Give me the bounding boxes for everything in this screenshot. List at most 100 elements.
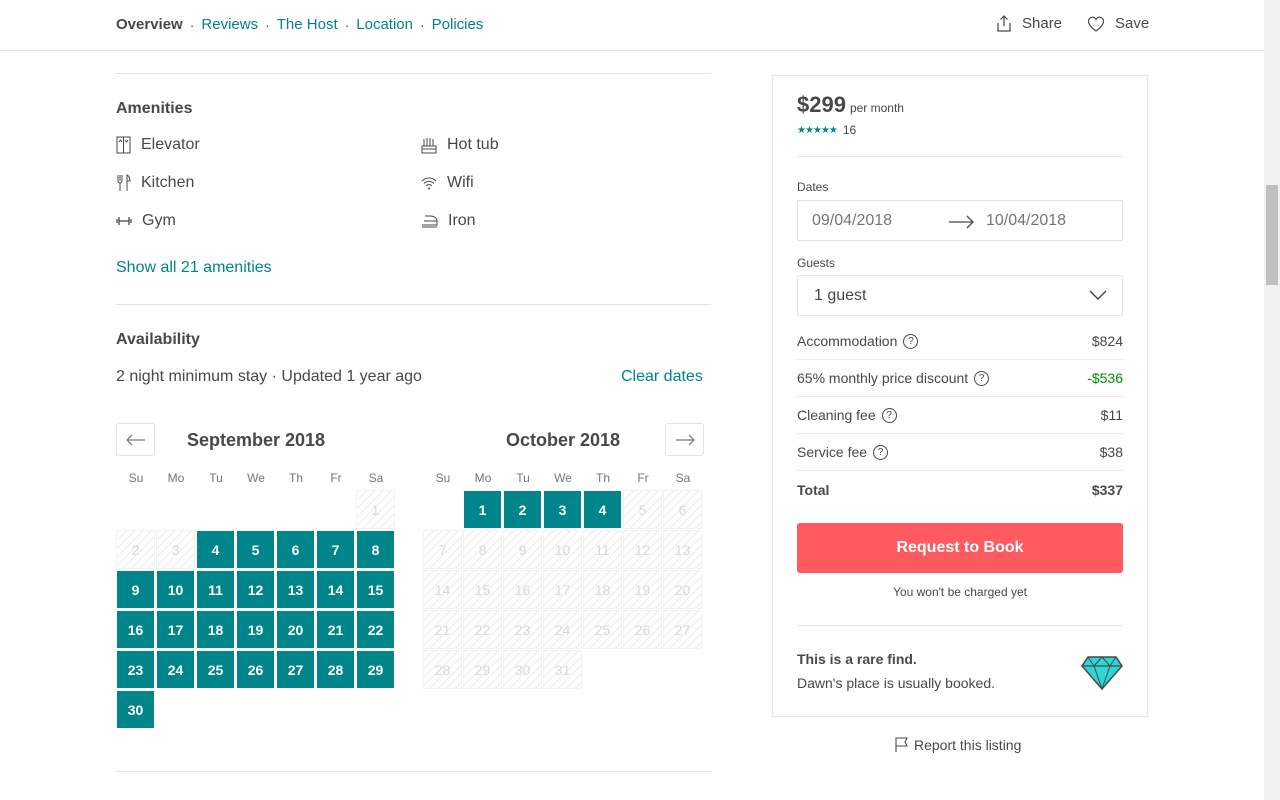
calendar-day-blocked: 19 — [623, 570, 662, 609]
calendar-day-blocked: 3 — [156, 530, 195, 569]
calendar-day-available[interactable]: 26 — [236, 650, 275, 689]
calendar-day-available[interactable]: 17 — [156, 610, 195, 649]
calendar-day-available[interactable]: 25 — [196, 650, 235, 689]
guests-select[interactable]: 1 guest — [797, 275, 1123, 316]
calendar-day-available[interactable]: 10 — [156, 570, 195, 609]
help-icon[interactable]: ? — [974, 370, 990, 386]
scrollbar-track[interactable] — [1264, 0, 1280, 800]
prev-month-button[interactable] — [116, 423, 155, 456]
nav-separator: · — [265, 16, 270, 33]
divider — [797, 156, 1123, 157]
weekday-label: Fr — [330, 471, 342, 485]
scrollbar-thumb[interactable] — [1266, 185, 1278, 285]
calendar-day-available[interactable]: 5 — [236, 530, 275, 569]
calendar-day-available[interactable]: 14 — [316, 570, 355, 609]
fee-row-cleaning: Cleaning fee? $11 — [797, 397, 1123, 434]
guests-value: 1 guest — [814, 287, 867, 304]
help-icon[interactable]: ? — [903, 333, 919, 349]
month-title-september: September 2018 — [186, 430, 326, 450]
calendar-day-available[interactable]: 4 — [583, 490, 622, 529]
nav-overview[interactable]: Overview — [116, 16, 183, 33]
amenity-label: Hot tub — [447, 136, 499, 153]
discount-amount: -$536 — [1087, 370, 1123, 386]
nav-location[interactable]: Location — [356, 16, 413, 33]
calendar-day-available[interactable]: 27 — [276, 650, 315, 689]
nav-the-host[interactable]: The Host — [277, 16, 338, 33]
kitchen-icon — [117, 174, 131, 191]
divider — [797, 625, 1123, 626]
amenity-label: Iron — [448, 212, 476, 229]
calendar-day-blocked: 16 — [503, 570, 542, 609]
save-button[interactable]: Save — [1087, 15, 1149, 32]
calendar-day-blocked: 13 — [663, 530, 702, 569]
report-listing-link[interactable]: Report this listing — [894, 737, 1021, 753]
help-icon[interactable]: ? — [873, 444, 889, 460]
calendar-day-available[interactable]: 20 — [276, 610, 315, 649]
calendar-day-available[interactable]: 15 — [356, 570, 395, 609]
check-out-input[interactable]: 10/04/2018 — [986, 212, 1066, 230]
share-button[interactable]: Share — [996, 15, 1062, 32]
nav-reviews[interactable]: Reviews — [201, 16, 258, 33]
calendar-day-available[interactable]: 6 — [276, 530, 315, 569]
calendar-day-available[interactable]: 21 — [316, 610, 355, 649]
fee-amount: $824 — [1091, 333, 1123, 349]
calendar-day-available[interactable]: 13 — [276, 570, 315, 609]
fee-row-accommodation: Accommodation? $824 — [797, 323, 1123, 360]
calendar-day-blocked: 26 — [623, 610, 662, 649]
elevator-icon — [116, 136, 131, 154]
calendar-day-blocked: 1 — [356, 490, 395, 529]
rare-find-title: This is a rare find. — [797, 651, 917, 667]
calendar-day-available[interactable]: 24 — [156, 650, 195, 689]
calendar-day-blocked: 25 — [583, 610, 622, 649]
availability-title: Availability — [116, 331, 200, 348]
calendar-day-available[interactable]: 23 — [116, 650, 155, 689]
rare-find-text: Dawn's place is usually booked. — [797, 675, 996, 691]
next-month-button[interactable] — [665, 423, 704, 456]
weekday-label: Sa — [368, 471, 384, 485]
calendar-day-available[interactable]: 1 — [463, 490, 502, 529]
calendar-day-available[interactable]: 30 — [116, 690, 155, 729]
diamond-icon — [1081, 656, 1123, 691]
calendar-day-available[interactable]: 28 — [316, 650, 355, 689]
calendar-day-available[interactable]: 2 — [503, 490, 542, 529]
calendar-day-available[interactable]: 9 — [116, 570, 155, 609]
weekday-label: Mo — [167, 471, 185, 485]
top-nav: Overview · Reviews · The Host · Location… — [0, 0, 1264, 51]
calendar-day-blocked: 15 — [463, 570, 502, 609]
heart-icon — [1087, 16, 1105, 32]
calendar-day-available[interactable]: 7 — [316, 530, 355, 569]
check-in-input[interactable]: 09/04/2018 — [812, 212, 892, 230]
calendar-day-blocked: 20 — [663, 570, 702, 609]
weekday-label: Mo — [474, 471, 492, 485]
availability-subtitle: 2 night minimum stay · Updated 1 year ag… — [116, 368, 422, 385]
calendar-day-available[interactable]: 4 — [196, 530, 235, 569]
date-range-picker: 09/04/2018 10/04/2018 — [797, 200, 1123, 241]
calendar-day-available[interactable]: 11 — [196, 570, 235, 609]
calendar-day-blocked: 21 — [423, 610, 462, 649]
help-icon[interactable]: ? — [881, 407, 897, 423]
nav-policies[interactable]: Policies — [432, 16, 484, 33]
show-all-amenities-link[interactable]: Show all 21 amenities — [116, 259, 272, 277]
calendar-day-available[interactable]: 12 — [236, 570, 275, 609]
calendar-day-available[interactable]: 8 — [356, 530, 395, 569]
calendar-day-blocked: 6 — [663, 490, 702, 529]
weekday-label: Tu — [209, 471, 223, 485]
arrow-right-icon — [675, 434, 695, 445]
hot-tub-icon — [421, 138, 437, 154]
calendar-day-blocked: 17 — [543, 570, 582, 609]
calendar-day-blocked: 5 — [623, 490, 662, 529]
calendar-day-available[interactable]: 16 — [116, 610, 155, 649]
request-to-book-button[interactable]: Request to Book — [797, 523, 1123, 573]
calendar-day-blocked: 30 — [503, 650, 542, 689]
amenity-kitchen: Kitchen — [116, 174, 194, 192]
amenity-gym: Gym — [116, 212, 176, 230]
clear-dates-link[interactable]: Clear dates — [621, 368, 703, 386]
calendar-day-available[interactable]: 3 — [543, 490, 582, 529]
calendar-day-available[interactable]: 19 — [236, 610, 275, 649]
calendar-day-available[interactable]: 29 — [356, 650, 395, 689]
calendar-day-available[interactable]: 22 — [356, 610, 395, 649]
amenity-elevator: Elevator — [116, 136, 200, 154]
total-label: Total — [797, 481, 830, 498]
calendar-day-available[interactable]: 18 — [196, 610, 235, 649]
rating[interactable]: ★★★★★ 16 — [797, 123, 856, 137]
